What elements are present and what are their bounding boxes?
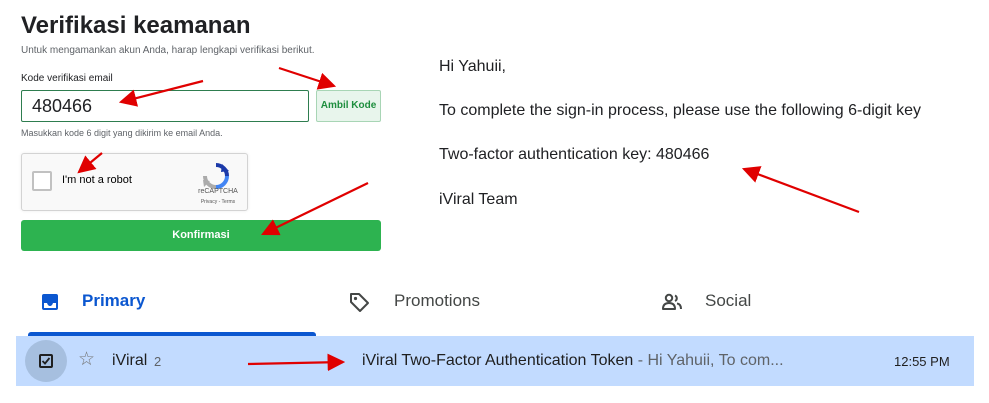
recaptcha-logo-icon [203,163,229,189]
arrow-to-key [741,166,860,214]
email-greeting: Hi Yahuii, [439,58,506,75]
verification-code-input[interactable]: 480466 [21,90,309,122]
tab-promotions-label: Promotions [394,291,480,310]
confirm-button[interactable]: Konfirmasi [21,220,381,251]
email-signature: iViral Team [439,191,518,208]
tab-primary-label: Primary [82,291,146,310]
checkmark-icon [41,357,51,365]
inbox-icon [42,294,58,310]
email-subject: iViral Two-Factor Authentication Token [362,352,634,369]
page-title: Verifikasi keamanan [21,12,251,39]
email-sender: iViral [112,352,148,369]
arrow-to-get-code [278,66,337,90]
recaptcha-widget: I'm not a robot reCAPTCHA Privacy - Term… [21,153,248,211]
page-subtitle: Untuk mengamankan akun Anda, harap lengk… [21,45,315,56]
people-icon [662,293,682,310]
get-code-button[interactable]: Ambil Kode [316,90,381,122]
email-snippet: - Hi Yahuii, To com... [633,352,784,369]
recaptcha-privacy-terms[interactable]: Privacy - Terms [192,199,244,205]
recaptcha-brand: reCAPTCHA [198,188,238,195]
recaptcha-checkbox[interactable] [32,171,52,191]
star-icon[interactable]: ☆ [78,350,95,370]
code-helper-text: Masukkan kode 6 digit yang dikirim ke em… [21,128,223,138]
email-instruction: To complete the sign-in process, please … [439,102,922,119]
email-2fa-key: Two-factor authentication key: 480466 [439,146,710,163]
tag-icon [350,293,369,312]
email-time: 12:55 PM [894,354,950,369]
tab-social-label: Social [705,291,752,310]
recaptcha-label: I'm not a robot [62,174,132,186]
code-field-label: Kode verifikasi email [21,73,113,84]
email-list-item[interactable]: ☆ iViral 2 iViral Two-Factor Authenticat… [16,336,974,386]
email-subject-line: iViral Two-Factor Authentication Token -… [362,352,784,370]
thread-count: 2 [154,354,162,369]
row-select-checkbox[interactable] [39,354,53,368]
